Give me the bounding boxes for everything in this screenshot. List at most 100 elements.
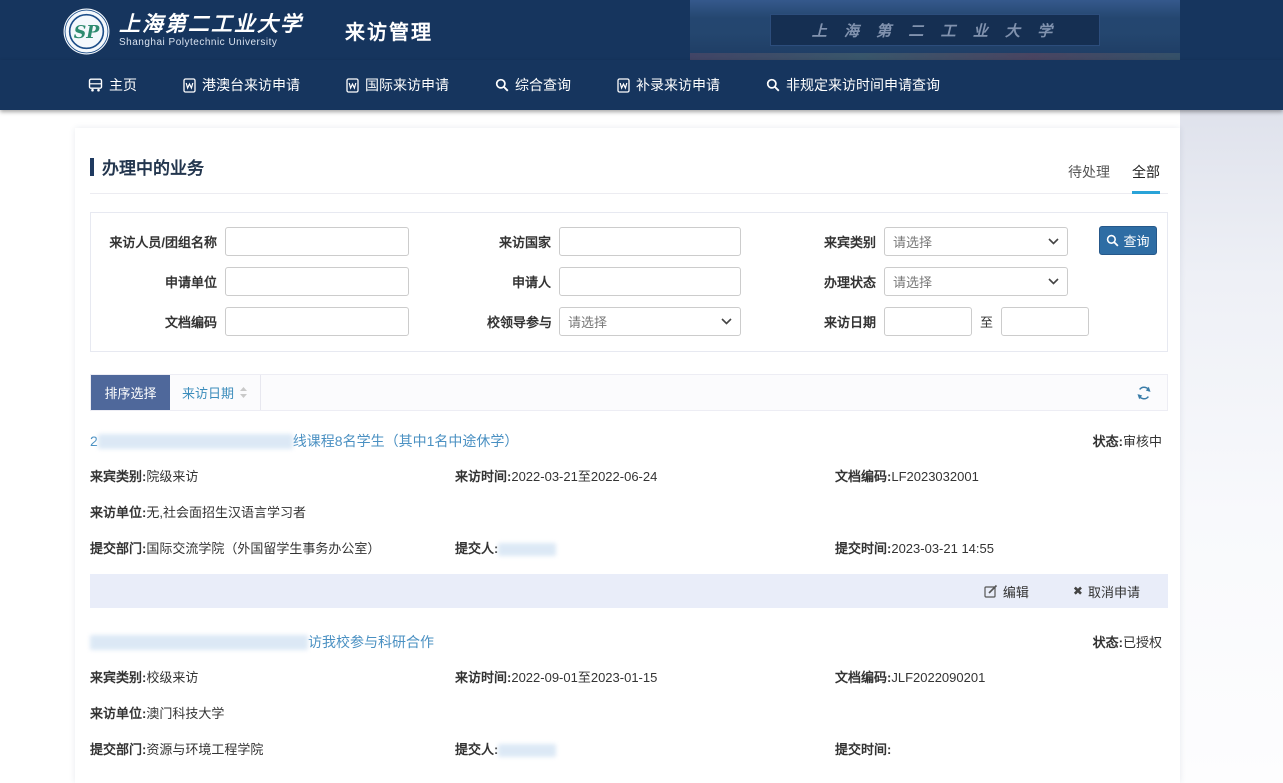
field-value: LF2023032001 [891,469,978,484]
record-details: 来宾类别:校级来访 来访时间:2022-09-01至2023-01-15 文档编… [90,667,1168,758]
field-guest-type: 来宾类别:校级来访 [90,667,455,686]
status-badge: 状态:审核中 [1093,431,1162,450]
app-header: SP 上海第二工业大学 Shanghai Polytechnic Univers… [0,0,1283,60]
field-visit-time: 来访时间:2022-09-01至2023-01-15 [455,667,835,686]
guest-type-select[interactable]: 请选择 [884,227,1068,256]
sort-bar: 排序选择 来访日期 [90,374,1168,411]
nav-label: 主页 [109,75,137,95]
record-header: 访我校参与科研合作 状态:已授权 [90,632,1168,652]
visit-country-label: 来访国家 [487,232,559,251]
leader-join-select[interactable]: 请选择 [559,307,741,336]
visitor-name-label: 来访人员/团组名称 [101,232,225,251]
nav-item-supplement-visit-apply[interactable]: 补录来访申请 [617,75,720,95]
nav-item-comprehensive-query[interactable]: 综合查询 [495,75,571,95]
brand-text: 上海第二工业大学 Shanghai Polytechnic University [119,12,303,48]
status-label: 状态: [1093,635,1123,650]
background-gradient [1180,110,1283,783]
select-value: 请选择 [893,272,932,291]
filter-row: 申请单位 申请人 办理状态 请选择 [101,261,1167,301]
nav-item-home[interactable]: 主页 [88,75,137,95]
field-label: 提交时间: [835,541,891,556]
refresh-button[interactable] [1121,375,1167,410]
nav-label: 港澳台来访申请 [202,75,300,95]
sort-bar-spacer [261,375,1121,410]
field-submit-person: 提交人: [455,538,835,557]
field-visit-unit: 来访单位:无,社会面招生汉语言学习者 [90,502,1168,521]
search-icon [495,78,509,92]
record-header: 2线课程8名学生（其中1名中途休学） 状态:审核中 [90,431,1168,451]
title-accent-bar [90,158,94,176]
panel-header: 办理中的业务 待处理 全部 [90,128,1168,194]
field-label: 文档编码: [835,670,891,685]
nav-item-hmt-visit-apply[interactable]: 港澳台来访申请 [183,75,300,95]
visit-date-end-input[interactable] [1001,307,1089,336]
nav-label: 非规定来访时间申请查询 [786,75,940,95]
doc-code-label: 文档编码 [101,312,225,331]
field-doc-code: 文档编码:LF2023032001 [835,466,1168,485]
field-label: 提交人: [455,742,498,757]
record-action-bar: 编辑 ✖ 取消申请 [90,574,1168,608]
record-title-link[interactable]: 2线课程8名学生（其中1名中途休学） [90,431,518,451]
edit-button-label: 编辑 [1003,582,1029,601]
field-value: 澳门科技大学 [146,706,224,721]
cancel-apply-button[interactable]: ✖ 取消申请 [1073,582,1140,601]
cancel-button-label: 取消申请 [1088,582,1140,601]
field-label: 来宾类别: [90,469,146,484]
tab-pending[interactable]: 待处理 [1068,162,1110,193]
visit-date-label: 来访日期 [796,312,884,331]
edit-button[interactable]: 编辑 [984,582,1029,601]
sort-select-button[interactable]: 排序选择 [91,375,170,410]
field-value: 资源与环境工程学院 [146,742,263,757]
field-value: 无,社会面招生汉语言学习者 [146,505,306,520]
sort-field-label: 来访日期 [182,383,234,402]
record-title-text: 访我校参与科研合作 [308,632,434,652]
visit-date-start-input[interactable] [884,307,972,336]
campus-gate-sign: 上 海 第 二 工 业 大 学 [770,14,1100,46]
field-visit-time: 来访时间:2022-03-21至2022-06-24 [455,466,835,485]
redacted-text [498,744,556,757]
university-logo-icon: SP [62,7,111,56]
brand-area: SP 上海第二工业大学 Shanghai Polytechnic Univers… [62,0,433,60]
field-submit-person: 提交人: [455,739,835,758]
record-title-link[interactable]: 访我校参与科研合作 [90,632,434,652]
field-submit-dept: 提交部门:国际交流学院（外国留学生事务办公室） [90,538,455,557]
search-filter-form: 来访人员/团组名称 来访国家 来宾类别 请选择 申请单位 申请人 办理状态 请选… [90,212,1168,352]
apply-unit-input[interactable] [225,267,409,296]
page-title: 来访管理 [345,16,433,45]
search-icon [1106,234,1119,247]
visit-record: 2线课程8名学生（其中1名中途休学） 状态:审核中 来宾类别:院级来访 来访时间… [90,431,1168,557]
visit-country-input[interactable] [559,227,741,256]
svg-text:SP: SP [74,23,101,43]
field-guest-type: 来宾类别:院级来访 [90,466,455,485]
university-name: 上海第二工业大学 [119,12,303,36]
panel-title: 办理中的业务 [90,154,204,193]
sort-caret-icon [239,386,248,399]
nav-item-nonstandard-time-query[interactable]: 非规定来访时间申请查询 [766,75,940,95]
apply-unit-label: 申请单位 [101,272,225,291]
nav-label: 综合查询 [515,75,571,95]
leader-join-label: 校领导参与 [487,312,559,331]
field-submit-time: 提交时间:2023-03-21 14:55 [835,538,1168,557]
status-tabs: 待处理 全部 [1068,162,1160,193]
sort-field-visit-date[interactable]: 来访日期 [170,375,261,410]
process-status-select[interactable]: 请选择 [884,267,1068,296]
search-icon [766,78,780,92]
status-badge: 状态:已授权 [1093,632,1162,651]
cancel-x-icon: ✖ [1073,584,1083,598]
university-subtitle: Shanghai Polytechnic University [119,37,303,48]
field-value: 国际交流学院（外国留学生事务办公室） [146,541,380,556]
visit-record: 访我校参与科研合作 状态:已授权 来宾类别:校级来访 来访时间:2022-09-… [90,632,1168,758]
field-label: 提交部门: [90,742,146,757]
query-button[interactable]: 查询 [1099,226,1157,255]
tab-all[interactable]: 全部 [1132,162,1160,194]
nav-item-international-visit-apply[interactable]: 国际来访申请 [346,75,449,95]
guest-type-label: 来宾类别 [796,232,884,251]
field-value: JLF2022090201 [891,670,985,685]
campus-banner-image: 上 海 第 二 工 业 大 学 [690,0,1180,60]
visitor-name-input[interactable] [225,227,409,256]
filter-row: 来访人员/团组名称 来访国家 来宾类别 请选择 [101,221,1167,261]
applicant-input[interactable] [559,267,741,296]
field-label: 提交时间: [835,742,891,757]
doc-code-input[interactable] [225,307,409,336]
field-label: 来访单位: [90,706,146,721]
